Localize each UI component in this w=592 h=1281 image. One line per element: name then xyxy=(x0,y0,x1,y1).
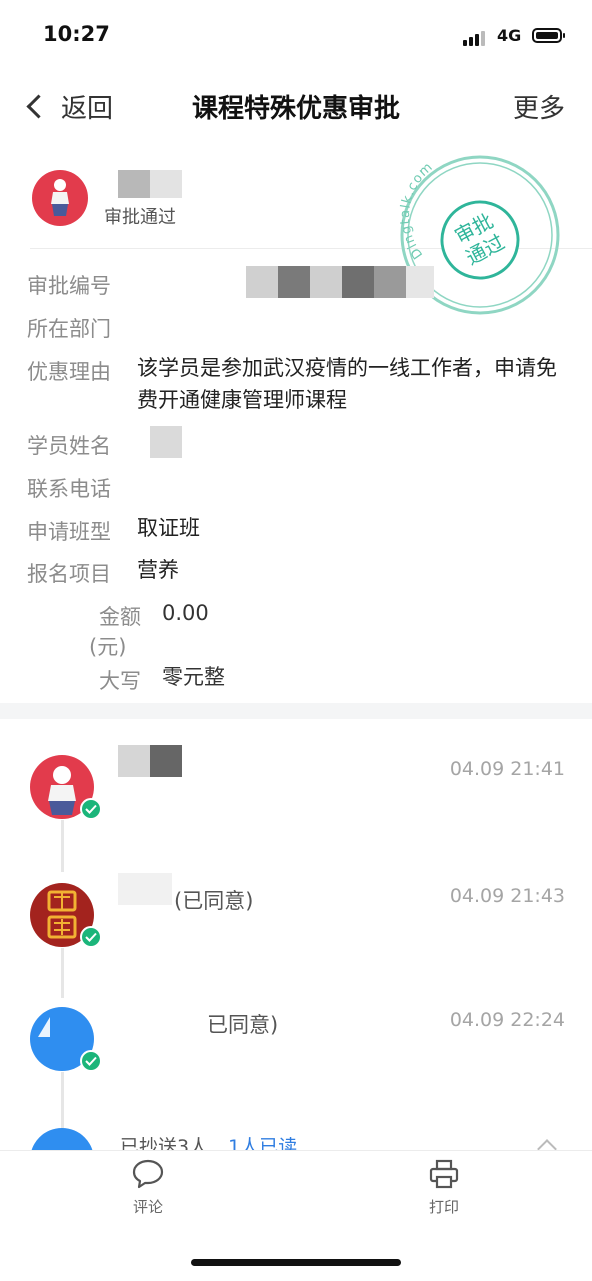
approval-no-redacted xyxy=(246,266,278,298)
comment-icon xyxy=(132,1159,164,1189)
student-name-label: 学员姓名 xyxy=(27,434,111,458)
approval-no-redacted-4 xyxy=(342,266,374,298)
amount-label: 金额 xyxy=(99,605,141,629)
step1-time: 04.09 21:41 xyxy=(449,758,565,780)
step3-status: 已同意) xyxy=(207,1013,279,1037)
approval-no-redacted-6 xyxy=(406,266,434,298)
approval-no-redacted-5 xyxy=(374,266,406,298)
step1-name-redacted-2 xyxy=(150,745,182,777)
step3-time: 04.09 22:24 xyxy=(449,1009,565,1031)
printer-icon xyxy=(429,1159,459,1189)
amount-value: 0.00 xyxy=(162,601,209,625)
approval-no-redacted-3 xyxy=(310,266,342,298)
approved-check-icon xyxy=(80,1050,102,1072)
phone-label: 联系电话 xyxy=(27,477,111,501)
approved-check-icon xyxy=(80,798,102,820)
network-type: 4G xyxy=(497,26,522,45)
approved-check-icon xyxy=(80,926,102,948)
step1-name-redacted xyxy=(118,745,150,777)
print-button[interactable]: 打印 xyxy=(414,1158,474,1222)
page-title: 课程特殊优惠审批 xyxy=(191,94,400,124)
approval-no-redacted-2 xyxy=(278,266,310,298)
project-value: 营养 xyxy=(137,558,179,582)
class-type-value: 取证班 xyxy=(137,516,200,540)
student-name-redacted xyxy=(150,426,182,458)
reason-value: 该学员是参加武汉疫情的一线工作者，申请免费开通健康管理师课程 xyxy=(137,356,557,412)
reason-label: 优惠理由 xyxy=(27,360,111,384)
signal-icon xyxy=(463,30,489,46)
applicant-name-redacted xyxy=(118,170,150,198)
step2-time: 04.09 21:43 xyxy=(449,885,565,907)
applicant-name-redacted-2 xyxy=(150,170,182,198)
more-button[interactable]: 更多 xyxy=(513,88,565,125)
comment-button[interactable]: 评论 xyxy=(118,1158,178,1222)
section-separator xyxy=(0,703,592,719)
home-indicator[interactable] xyxy=(191,1259,401,1266)
approval-status: 审批通过 xyxy=(104,207,176,228)
applicant-avatar[interactable] xyxy=(32,170,88,226)
status-time: 10:27 xyxy=(43,22,110,46)
department-label: 所在部门 xyxy=(27,317,111,341)
project-label: 报名项目 xyxy=(27,562,111,586)
battery-icon xyxy=(532,28,565,43)
amount-upper-label: 大写 xyxy=(99,669,141,693)
amount-unit: (元) xyxy=(89,635,127,659)
comment-label: 评论 xyxy=(132,1198,163,1216)
step2-status: (已同意) xyxy=(174,889,254,913)
step2-name-redacted xyxy=(118,873,172,905)
amount-upper-value: 零元整 xyxy=(162,665,225,689)
timeline-connector xyxy=(61,948,64,998)
person-figure-icon xyxy=(51,179,69,216)
approval-no-label: 审批编号 xyxy=(27,274,111,298)
timeline-connector xyxy=(61,1072,64,1132)
print-label: 打印 xyxy=(428,1198,459,1216)
timeline-connector xyxy=(61,820,64,872)
class-type-label: 申请班型 xyxy=(27,520,111,544)
